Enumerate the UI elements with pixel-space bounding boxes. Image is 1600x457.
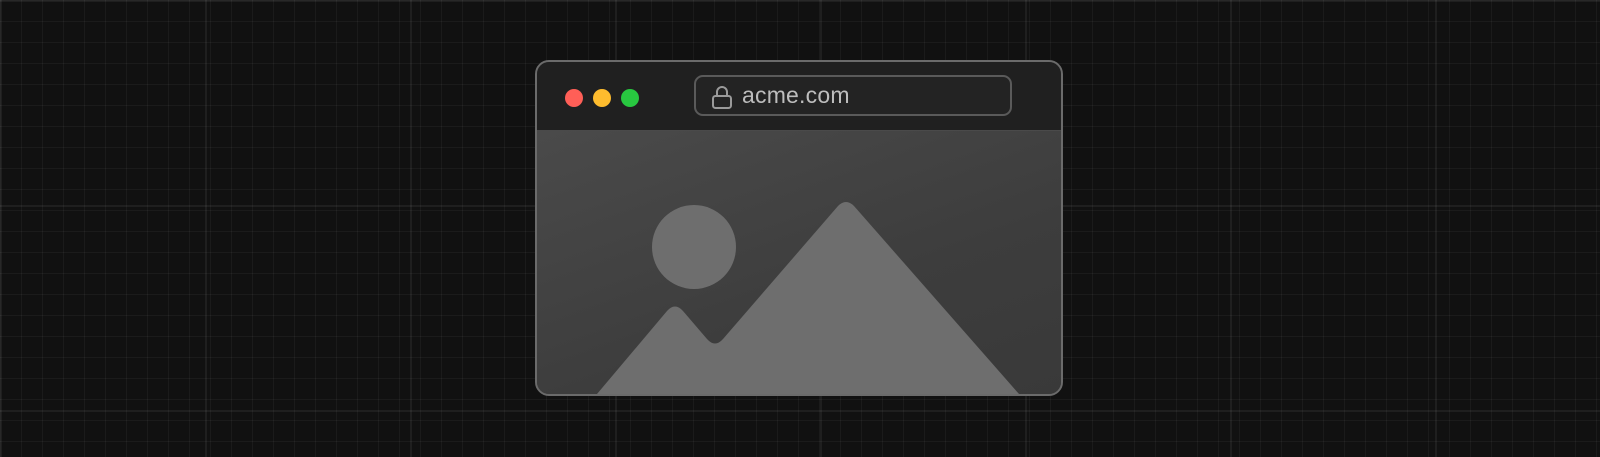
window-close-button[interactable] [565,89,583,107]
browser-title-bar: acme.com [537,62,1061,131]
browser-window: acme.com [535,60,1063,396]
address-bar[interactable]: acme.com [694,75,1012,116]
sun-shape [652,205,736,289]
window-maximize-button[interactable] [621,89,639,107]
address-bar-url: acme.com [742,82,850,108]
image-placeholder-icon [597,202,1019,394]
window-minimize-button[interactable] [593,89,611,107]
page-content [537,131,1061,394]
lock-icon [712,86,732,109]
